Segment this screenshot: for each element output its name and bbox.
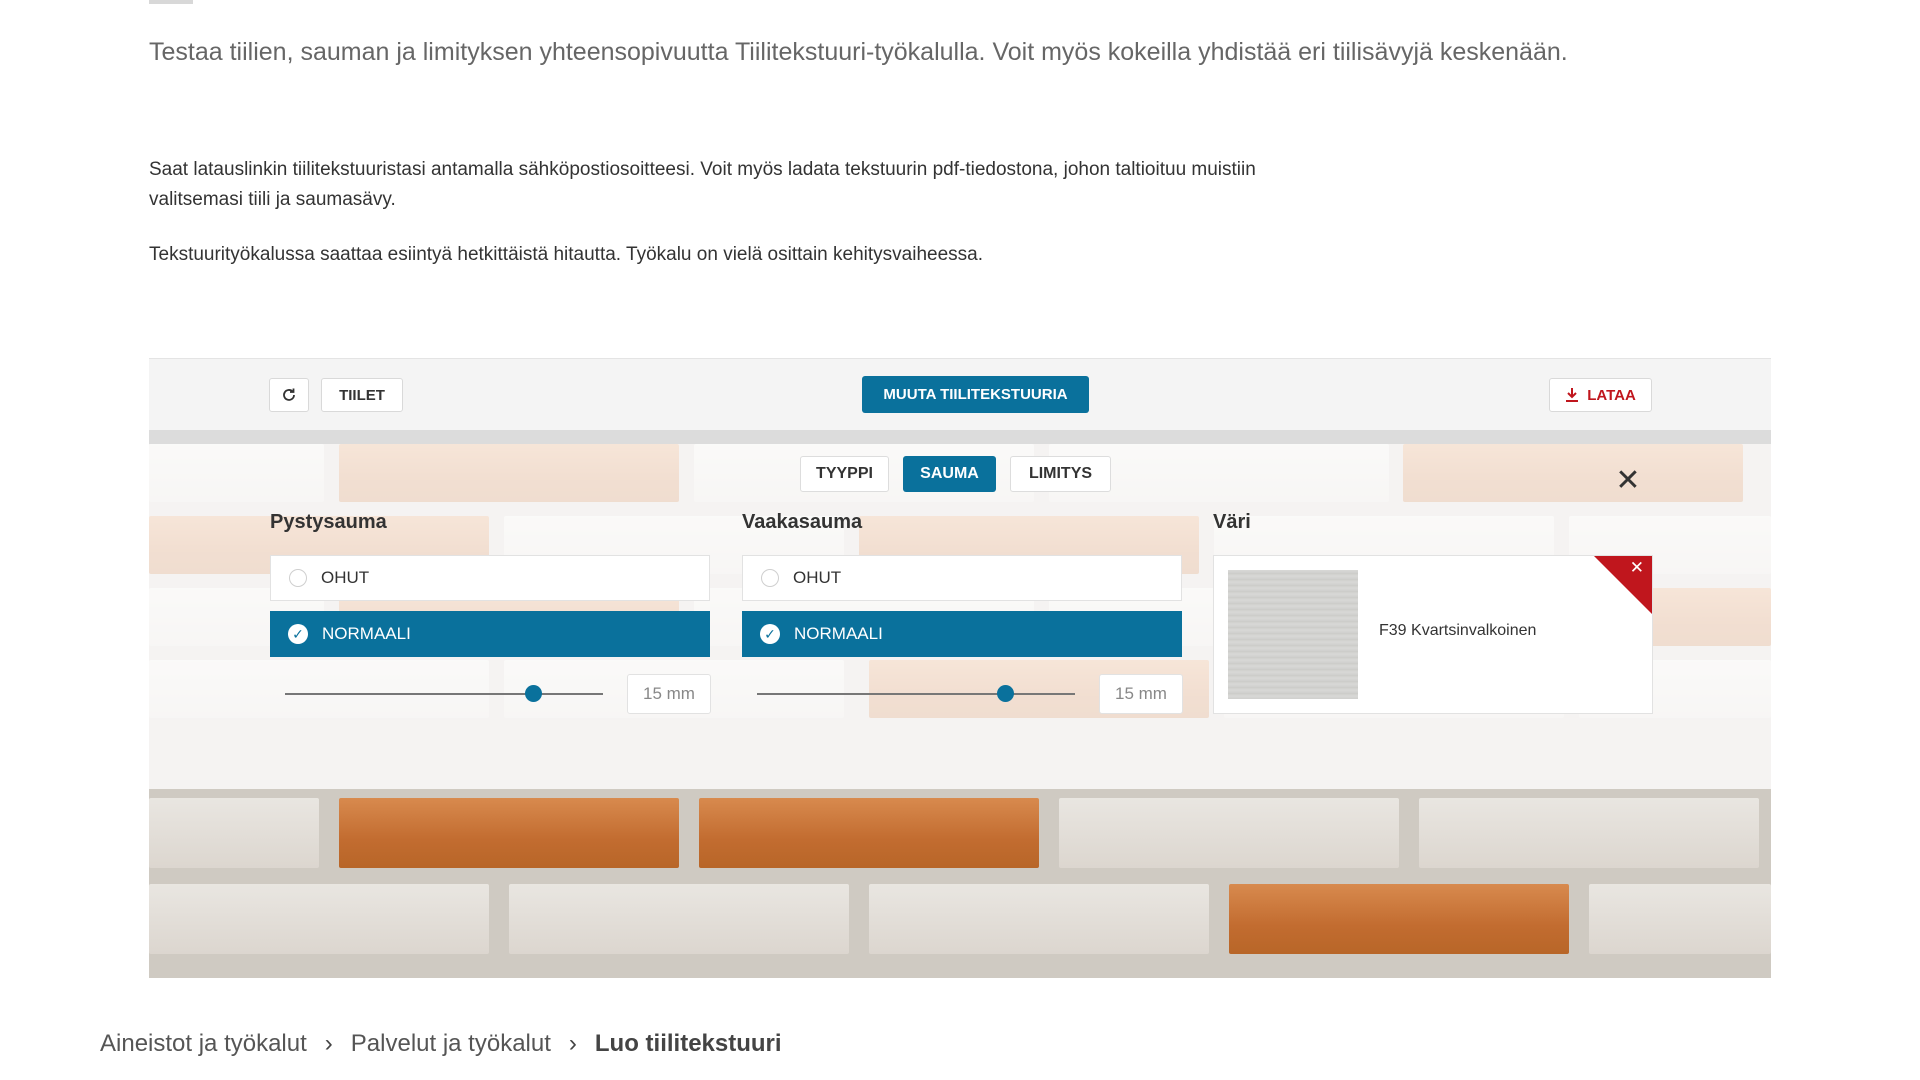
option-label: OHUT (793, 568, 842, 587)
tiilet-button[interactable]: TIILET (321, 378, 403, 412)
tab-tyyppi[interactable]: TYYPPI (800, 456, 889, 492)
pystysauma-slider-handle[interactable] (525, 685, 543, 702)
option-label: NORMAALI (794, 624, 883, 643)
color-name: F39 Kvartsinvalkoinen (1379, 622, 1537, 639)
chevron-right-icon: › (324, 1030, 333, 1057)
pystysauma-option-normaali[interactable]: ✓ NORMAALI (270, 611, 710, 657)
change-texture-button[interactable]: MUUTA TIILITEKSTUURIA (862, 376, 1089, 413)
option-label: OHUT (321, 568, 370, 587)
vaakasauma-option-ohut[interactable]: OHUT (742, 555, 1182, 601)
pystysauma-slider[interactable] (285, 693, 603, 695)
vaakasauma-title: Vaakasauma (742, 511, 863, 533)
vari-title: Väri (1213, 511, 1251, 533)
texture-tool: TIILET MUUTA TIILITEKSTUURIA LATAA TYYPP… (149, 358, 1771, 978)
pystysauma-option-ohut[interactable]: OHUT (270, 555, 710, 601)
breadcrumb-link[interactable]: Palvelut ja työkalut (351, 1030, 551, 1058)
intro-text: Testaa tiilien, sauman ja limityksen yht… (149, 38, 1568, 66)
download-button[interactable]: LATAA (1549, 378, 1652, 412)
color-swatch (1228, 570, 1358, 699)
breadcrumb-link[interactable]: Aineistot ja työkalut (100, 1030, 307, 1058)
option-label: NORMAALI (322, 624, 411, 643)
breadcrumb-current: Luo tiilitekstuuri (594, 1030, 782, 1057)
remove-color-icon[interactable]: ✕ (1630, 558, 1644, 578)
selected-color-card[interactable]: F39 Kvartsinvalkoinen ✕ (1213, 555, 1653, 714)
vaakasauma-option-normaali[interactable]: ✓ NORMAALI (742, 611, 1182, 657)
radio-icon (289, 569, 307, 587)
checkmark-icon: ✓ (760, 624, 780, 644)
download-label: LATAA (1587, 386, 1636, 404)
slowness-notice-text: Tekstuurityökalussa saattaa esiintyä het… (149, 244, 983, 265)
download-info-text: Saat latauslinkin tiilitekstuuristasi an… (149, 159, 1256, 210)
tab-sauma[interactable]: SAUMA (903, 456, 996, 492)
top-divider (149, 0, 193, 4)
vaakasauma-slider-handle[interactable] (997, 685, 1015, 702)
breadcrumb: Aineistot ja työkalut › Palvelut ja työk… (100, 1030, 782, 1058)
pystysauma-title: Pystysauma (270, 511, 387, 533)
chevron-right-icon: › (568, 1030, 577, 1057)
reset-button[interactable] (269, 378, 309, 412)
vaakasauma-slider[interactable] (757, 693, 1075, 695)
radio-icon (761, 569, 779, 587)
download-icon (1566, 388, 1579, 402)
pystysauma-value-field[interactable]: 15 mm (627, 674, 711, 714)
tool-toolbar: TIILET MUUTA TIILITEKSTUURIA LATAA (149, 358, 1771, 431)
tab-limitys[interactable]: LIMITYS (1010, 456, 1111, 492)
checkmark-icon: ✓ (288, 624, 308, 644)
refresh-icon (283, 388, 295, 401)
vaakasauma-value-field[interactable]: 15 mm (1099, 674, 1183, 714)
close-icon[interactable]: ✕ (1615, 466, 1641, 496)
